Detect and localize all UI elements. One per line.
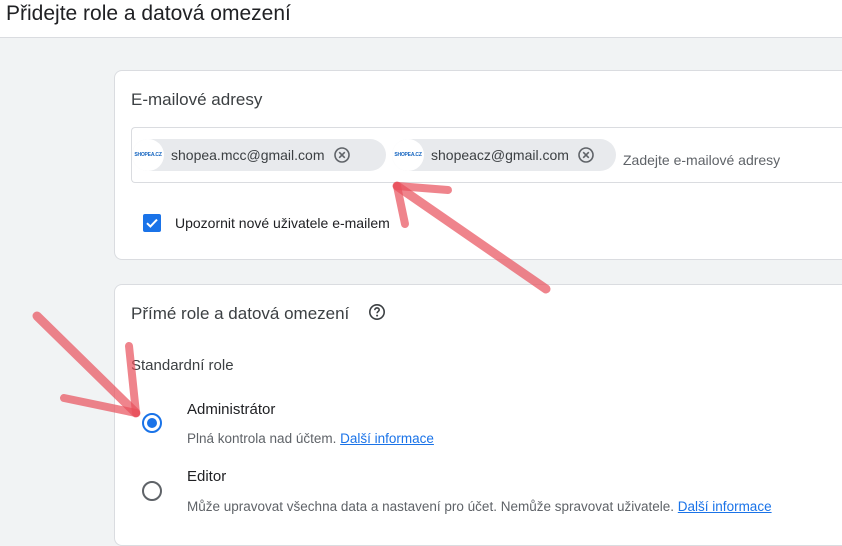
chip-avatar: SHOPEA.CZ [132, 139, 164, 171]
role-name-administrator: Administrátor [187, 401, 276, 418]
page-header: Přidejte role a datová omezení [0, 0, 842, 38]
page-title: Přidejte role a datová omezení [6, 2, 291, 25]
standard-roles-label: Standardní role [131, 357, 234, 374]
email-addresses-card: E-mailové adresy SHOPEA.CZ shopea.mcc@gm… [114, 70, 842, 260]
role-description-text: Plná kontrola nad účtem. [187, 431, 337, 446]
role-description-administrator: Plná kontrola nad účtem. Další informace [187, 431, 434, 446]
checkmark-icon [146, 218, 158, 228]
email-chip[interactable]: SHOPEA.CZ shopea.mcc@gmail.com [132, 139, 386, 171]
email-input-placeholder[interactable]: Zadejte e-mailové adresy [623, 152, 780, 168]
remove-chip-icon[interactable] [577, 146, 595, 164]
role-radio-administrator[interactable] [142, 413, 162, 433]
notify-users-label: Upozornit nové uživatele e-mailem [175, 215, 390, 231]
chip-email: shopea.mcc@gmail.com [171, 147, 325, 163]
roles-card: Přímé role a datová omezení Standardní r… [114, 284, 842, 546]
roles-section-title: Přímé role a datová omezení [131, 304, 350, 323]
role-name-editor: Editor [187, 468, 227, 485]
email-input-box[interactable]: SHOPEA.CZ shopea.mcc@gmail.com SHOPEA.CZ… [131, 127, 842, 183]
help-icon[interactable] [368, 303, 386, 321]
email-section-title: E-mailové adresy [131, 90, 263, 109]
email-chip[interactable]: SHOPEA.CZ shopeacz@gmail.com [392, 139, 616, 171]
learn-more-link[interactable]: Další informace [340, 431, 434, 446]
role-description-editor: Může upravovat všechna data a nastavení … [187, 499, 772, 514]
chip-email: shopeacz@gmail.com [431, 147, 569, 163]
chip-avatar: SHOPEA.CZ [392, 139, 424, 171]
role-description-text: Může upravovat všechna data a nastavení … [187, 499, 675, 514]
role-radio-editor[interactable] [142, 481, 162, 501]
remove-chip-icon[interactable] [333, 146, 351, 164]
notify-users-checkbox[interactable] [143, 214, 161, 232]
learn-more-link[interactable]: Další informace [678, 499, 772, 514]
